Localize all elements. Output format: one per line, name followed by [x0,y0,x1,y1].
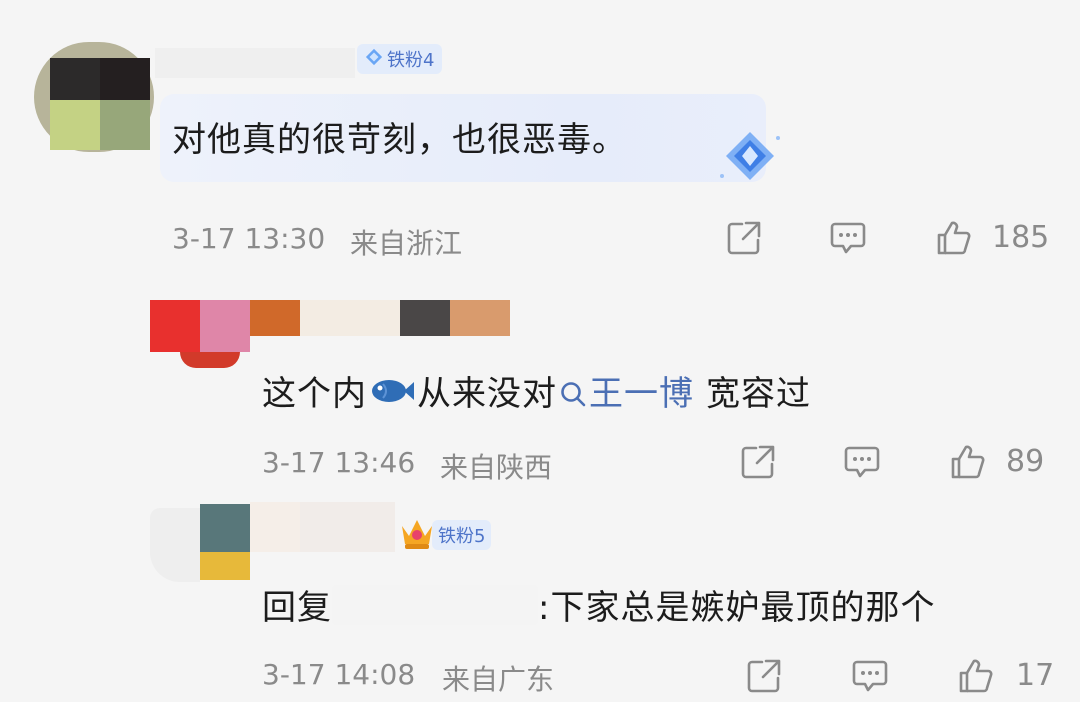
comment-text-part: 宽容过 [706,374,811,414]
like-icon[interactable] [934,218,974,258]
comment-text-part: 这个内 [262,374,367,414]
reply-prefix: 回复 [262,588,332,628]
fish-emoji [369,374,415,408]
mention-link[interactable]: 王一博 [559,366,694,415]
comment-location: 来自浙江 [350,227,463,260]
avatar[interactable] [34,42,154,152]
reply-target-redacted[interactable] [332,584,538,625]
fan-badge[interactable]: 铁粉5 [432,520,492,550]
comment-time: 3-17 14:08 [262,658,416,691]
avatar[interactable] [150,300,250,370]
comment-location: 来自广东 [442,663,555,696]
search-icon [559,377,587,406]
like-icon[interactable] [948,442,988,482]
comment-icon[interactable] [842,442,882,482]
like-count: 185 [992,220,1050,255]
share-icon[interactable] [724,218,764,258]
comment-icon[interactable] [828,218,868,258]
comment-location: 来自陕西 [440,451,553,484]
like-count: 17 [1016,658,1055,693]
comment-time: 3-17 13:46 [262,446,416,479]
fan-badge-label: 铁粉5 [438,526,486,547]
comment-text: 这个内 从来没对 王一博 宽容过 [262,366,811,415]
comment-text: 回复 :下家总是嫉妒最顶的那个 [262,580,935,629]
comment-text: 对他真的很苛刻，也很恶毒。 [172,120,627,160]
mention-text: 王一博 [589,374,694,414]
avatar[interactable] [150,504,250,582]
diamond-icon [365,48,383,71]
comment-icon[interactable] [850,656,890,696]
username-redacted[interactable] [250,300,510,336]
share-icon[interactable] [738,442,778,482]
like-icon[interactable] [956,656,996,696]
fan-badge[interactable]: 铁粉4 [357,44,443,74]
reply-text: :下家总是嫉妒最顶的那个 [538,588,936,628]
share-icon[interactable] [744,656,784,696]
fan-badge-label: 铁粉4 [387,50,435,71]
username-redacted[interactable] [250,502,395,552]
crown-icon [398,514,436,552]
username-redacted[interactable] [155,48,355,78]
comment-time: 3-17 13:30 [172,222,326,255]
comment-text-part: 从来没对 [417,374,557,414]
diamond-icon [716,128,784,186]
like-count: 89 [1006,444,1045,479]
